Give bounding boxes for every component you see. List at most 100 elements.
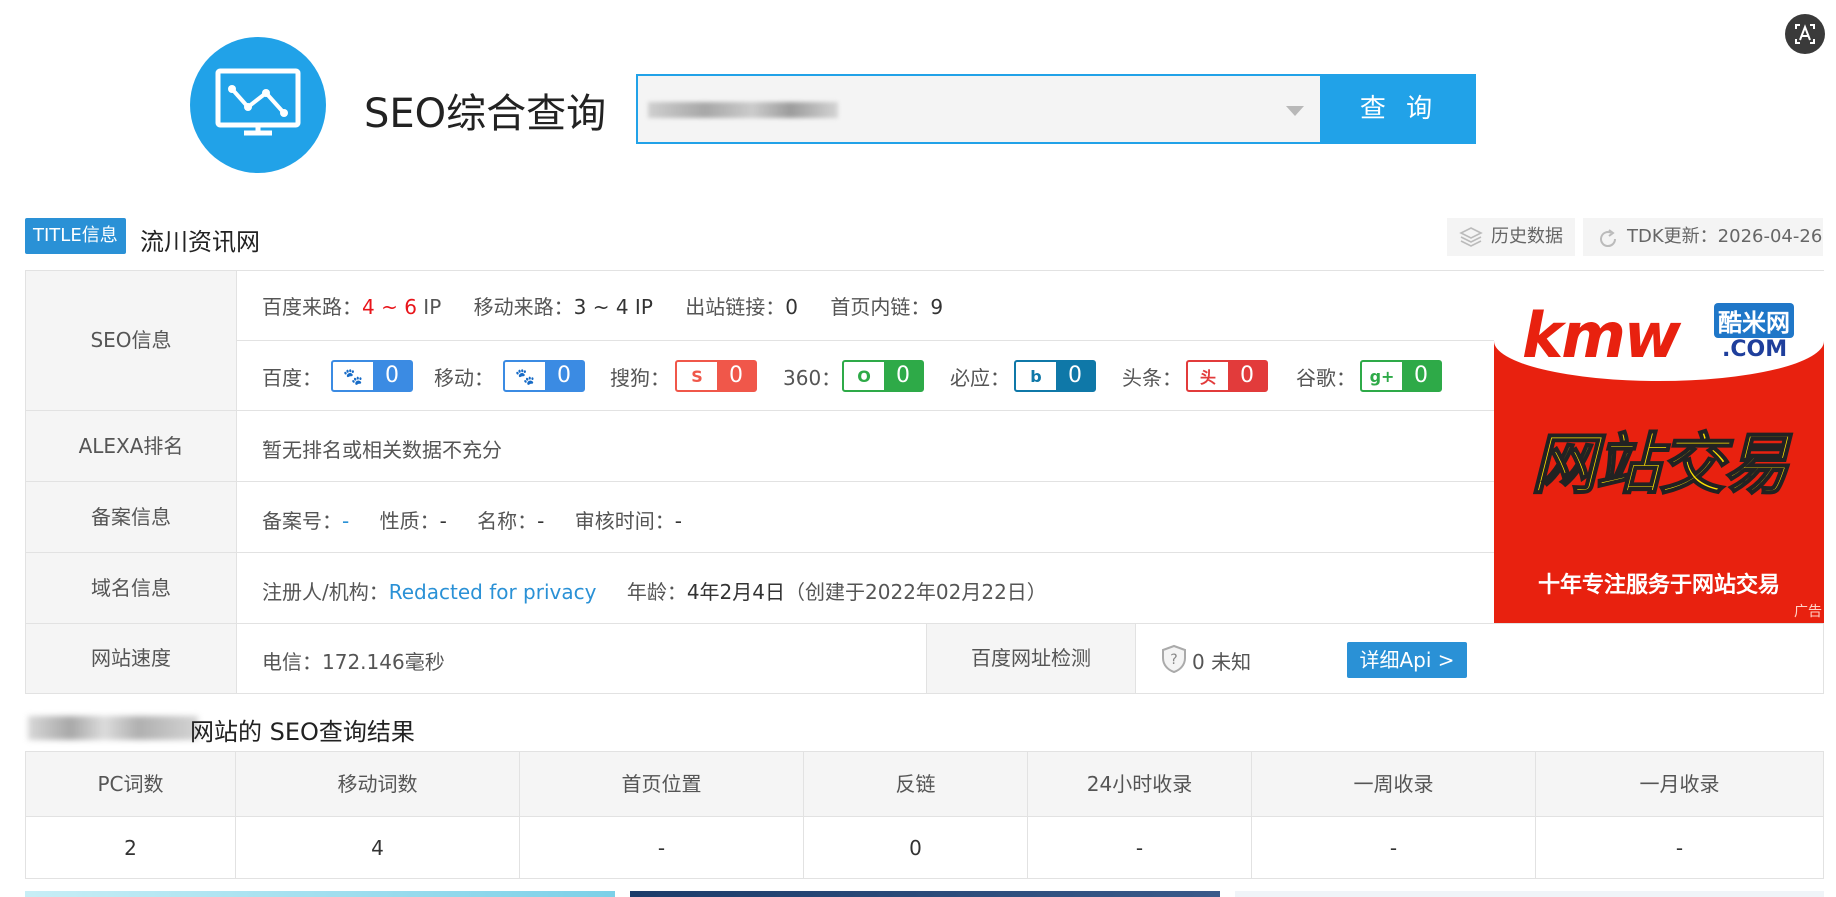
detail-api-button[interactable]: 详细Api > xyxy=(1347,642,1467,678)
results-column-value: 4 xyxy=(371,836,384,860)
engine-badge[interactable]: O0 xyxy=(842,360,924,392)
baidu-check-value: 0 未知 xyxy=(1192,650,1252,674)
tdk-update-button[interactable]: TDK更新：2026-04-26 xyxy=(1583,218,1823,256)
engine-count: 0 xyxy=(1068,363,1082,388)
ad-headline: 网站交易 xyxy=(1530,425,1790,504)
sogou-icon: S xyxy=(677,362,717,390)
bing-icon: b xyxy=(1016,362,1056,390)
seo-info-label: SEO信息 xyxy=(26,271,237,410)
bottom-banner-1[interactable] xyxy=(25,891,615,897)
mobile-traffic-value: 3 ~ 4 IP xyxy=(573,295,653,319)
bottom-banner-2[interactable] xyxy=(630,891,1220,897)
engine-label: 百度： xyxy=(262,366,322,390)
engine-badge[interactable]: 🐾 0 xyxy=(503,360,585,392)
results-column-value: - xyxy=(1389,836,1398,860)
engine-count: 0 xyxy=(729,363,743,388)
chevron-down-icon[interactable] xyxy=(1286,106,1304,116)
domain-label: 域名信息 xyxy=(26,553,237,623)
page-title: 流川资讯网 xyxy=(140,228,260,256)
results-column: 24小时收录 - xyxy=(1028,752,1252,878)
results-column-header: PC词数 xyxy=(26,752,235,817)
bottom-banner-3[interactable] xyxy=(1235,891,1824,897)
traffic-line: 百度来路：4 ~ 6 IP 移动来路：3 ~ 4 IP 出站链接：0 首页内链：… xyxy=(262,291,943,320)
icp-type-label: 性质： xyxy=(379,509,440,533)
ad-tag: 广告 xyxy=(1794,604,1822,620)
outbound-links-label: 出站链接： xyxy=(685,295,786,319)
results-column-header: 首页位置 xyxy=(520,752,803,817)
baidu-traffic-label: 百度来路： xyxy=(262,295,362,319)
engine-label: 必应： xyxy=(950,366,1010,390)
icp-name-value: - xyxy=(537,509,545,533)
mobile-traffic-label: 移动来路： xyxy=(473,295,574,319)
search-input-value-redacted xyxy=(648,102,838,118)
baidu-paw-icon: 🐾 xyxy=(333,362,373,390)
kmw-ad-banner[interactable]: kmw 酷米网 .COM 网站交易 十年专注服务于网站交易 广告 xyxy=(1494,271,1824,623)
search-input[interactable] xyxy=(636,74,1322,144)
speed-label: 网站速度 xyxy=(26,624,237,693)
engine-label: 搜狗： xyxy=(610,366,670,390)
baidu-traffic-low: 4 xyxy=(362,295,375,319)
tdk-update-label: TDK更新：2026-04-26 xyxy=(1627,226,1823,247)
icp-time-value: - xyxy=(674,509,682,533)
results-column: 反链 0 xyxy=(804,752,1028,878)
speed-value: 电信：172.146毫秒 xyxy=(262,650,445,674)
history-data-label: 历史数据 xyxy=(1491,226,1563,247)
icp-name-label: 名称： xyxy=(477,509,538,533)
layers-icon xyxy=(1459,225,1483,263)
outbound-links-value: 0 xyxy=(785,295,798,319)
history-data-button[interactable]: 历史数据 xyxy=(1447,218,1575,256)
registrant-label: 注册人/机构： xyxy=(262,580,389,604)
engine-badge[interactable]: b0 xyxy=(1014,360,1096,392)
results-column: 移动词数 4 xyxy=(236,752,520,878)
icp-number-value[interactable]: - xyxy=(342,509,349,533)
results-column: 一周收录 - xyxy=(1252,752,1536,878)
results-column-value: - xyxy=(1135,836,1144,860)
created-note: （创建于2022年02月22日） xyxy=(785,580,1047,604)
icp-label: 备案信息 xyxy=(26,482,237,552)
inner-links-label: 首页内链： xyxy=(830,295,931,319)
alexa-value: 暂无排名或相关数据不充分 xyxy=(262,438,502,462)
engine-badge[interactable]: 🐾 0 xyxy=(331,360,413,392)
title-badge: TITLE信息 xyxy=(25,218,126,254)
registrant-link[interactable]: Redacted for privacy xyxy=(389,580,597,604)
results-title: 网站的 SEO查询结果 xyxy=(190,718,415,746)
search-button[interactable]: 查 询 xyxy=(1322,74,1476,144)
icp-number-label: 备案号： xyxy=(262,509,342,533)
site-logo[interactable] xyxy=(190,37,326,173)
engine-badge[interactable]: 头0 xyxy=(1186,360,1268,392)
results-column: 首页位置 - xyxy=(520,752,804,878)
google-plus-icon: g+ xyxy=(1362,362,1402,390)
alexa-label: ALEXA排名 xyxy=(26,411,237,481)
baidu-traffic-unit: IP xyxy=(416,295,442,319)
results-column-header: 一周收录 xyxy=(1252,752,1535,817)
icp-type-value: - xyxy=(439,509,447,533)
age-value: 4年2月4日 xyxy=(686,580,786,604)
svg-text:?: ? xyxy=(1170,652,1177,668)
360-icon: O xyxy=(844,362,884,390)
mobile-paw-icon: 🐾 xyxy=(505,362,545,390)
engine-count: 0 xyxy=(557,363,571,388)
domain-redacted xyxy=(28,716,198,740)
engine-badge[interactable]: S0 xyxy=(675,360,757,392)
baidu-traffic-sep: ~ xyxy=(374,295,405,319)
text-recognition-icon[interactable] xyxy=(1785,14,1825,54)
chart-monitor-icon xyxy=(215,68,301,136)
refresh-icon xyxy=(1597,226,1619,264)
results-column-value: - xyxy=(1675,836,1684,860)
results-column-header: 反链 xyxy=(804,752,1027,817)
engine-label: 谷歌： xyxy=(1296,366,1356,390)
seo-results-table: PC词数 2 移动词数 4 首页位置 - 反链 0 24小时收录 - 一周收录 - 一月收录 - xyxy=(25,751,1824,879)
inner-links-value: 9 xyxy=(930,295,944,319)
engine-badge[interactable]: g+ 0 xyxy=(1360,360,1442,392)
baidu-check-label: 百度网址检测 xyxy=(926,624,1136,693)
engine-count: 0 xyxy=(896,363,910,388)
ad-slogan: 十年专注服务于网站交易 xyxy=(1537,573,1780,598)
engine-count: 0 xyxy=(1240,363,1254,388)
engine-count: 0 xyxy=(1414,363,1428,388)
results-column: 一月收录 - xyxy=(1536,752,1823,878)
results-column-header: 一月收录 xyxy=(1536,752,1823,817)
engine-label: 360： xyxy=(783,366,842,390)
results-column-value: 0 xyxy=(909,836,922,860)
results-column-header: 24小时收录 xyxy=(1028,752,1251,817)
icp-details: 备案号：- 性质：- 名称：- 审核时间：- xyxy=(262,505,682,534)
